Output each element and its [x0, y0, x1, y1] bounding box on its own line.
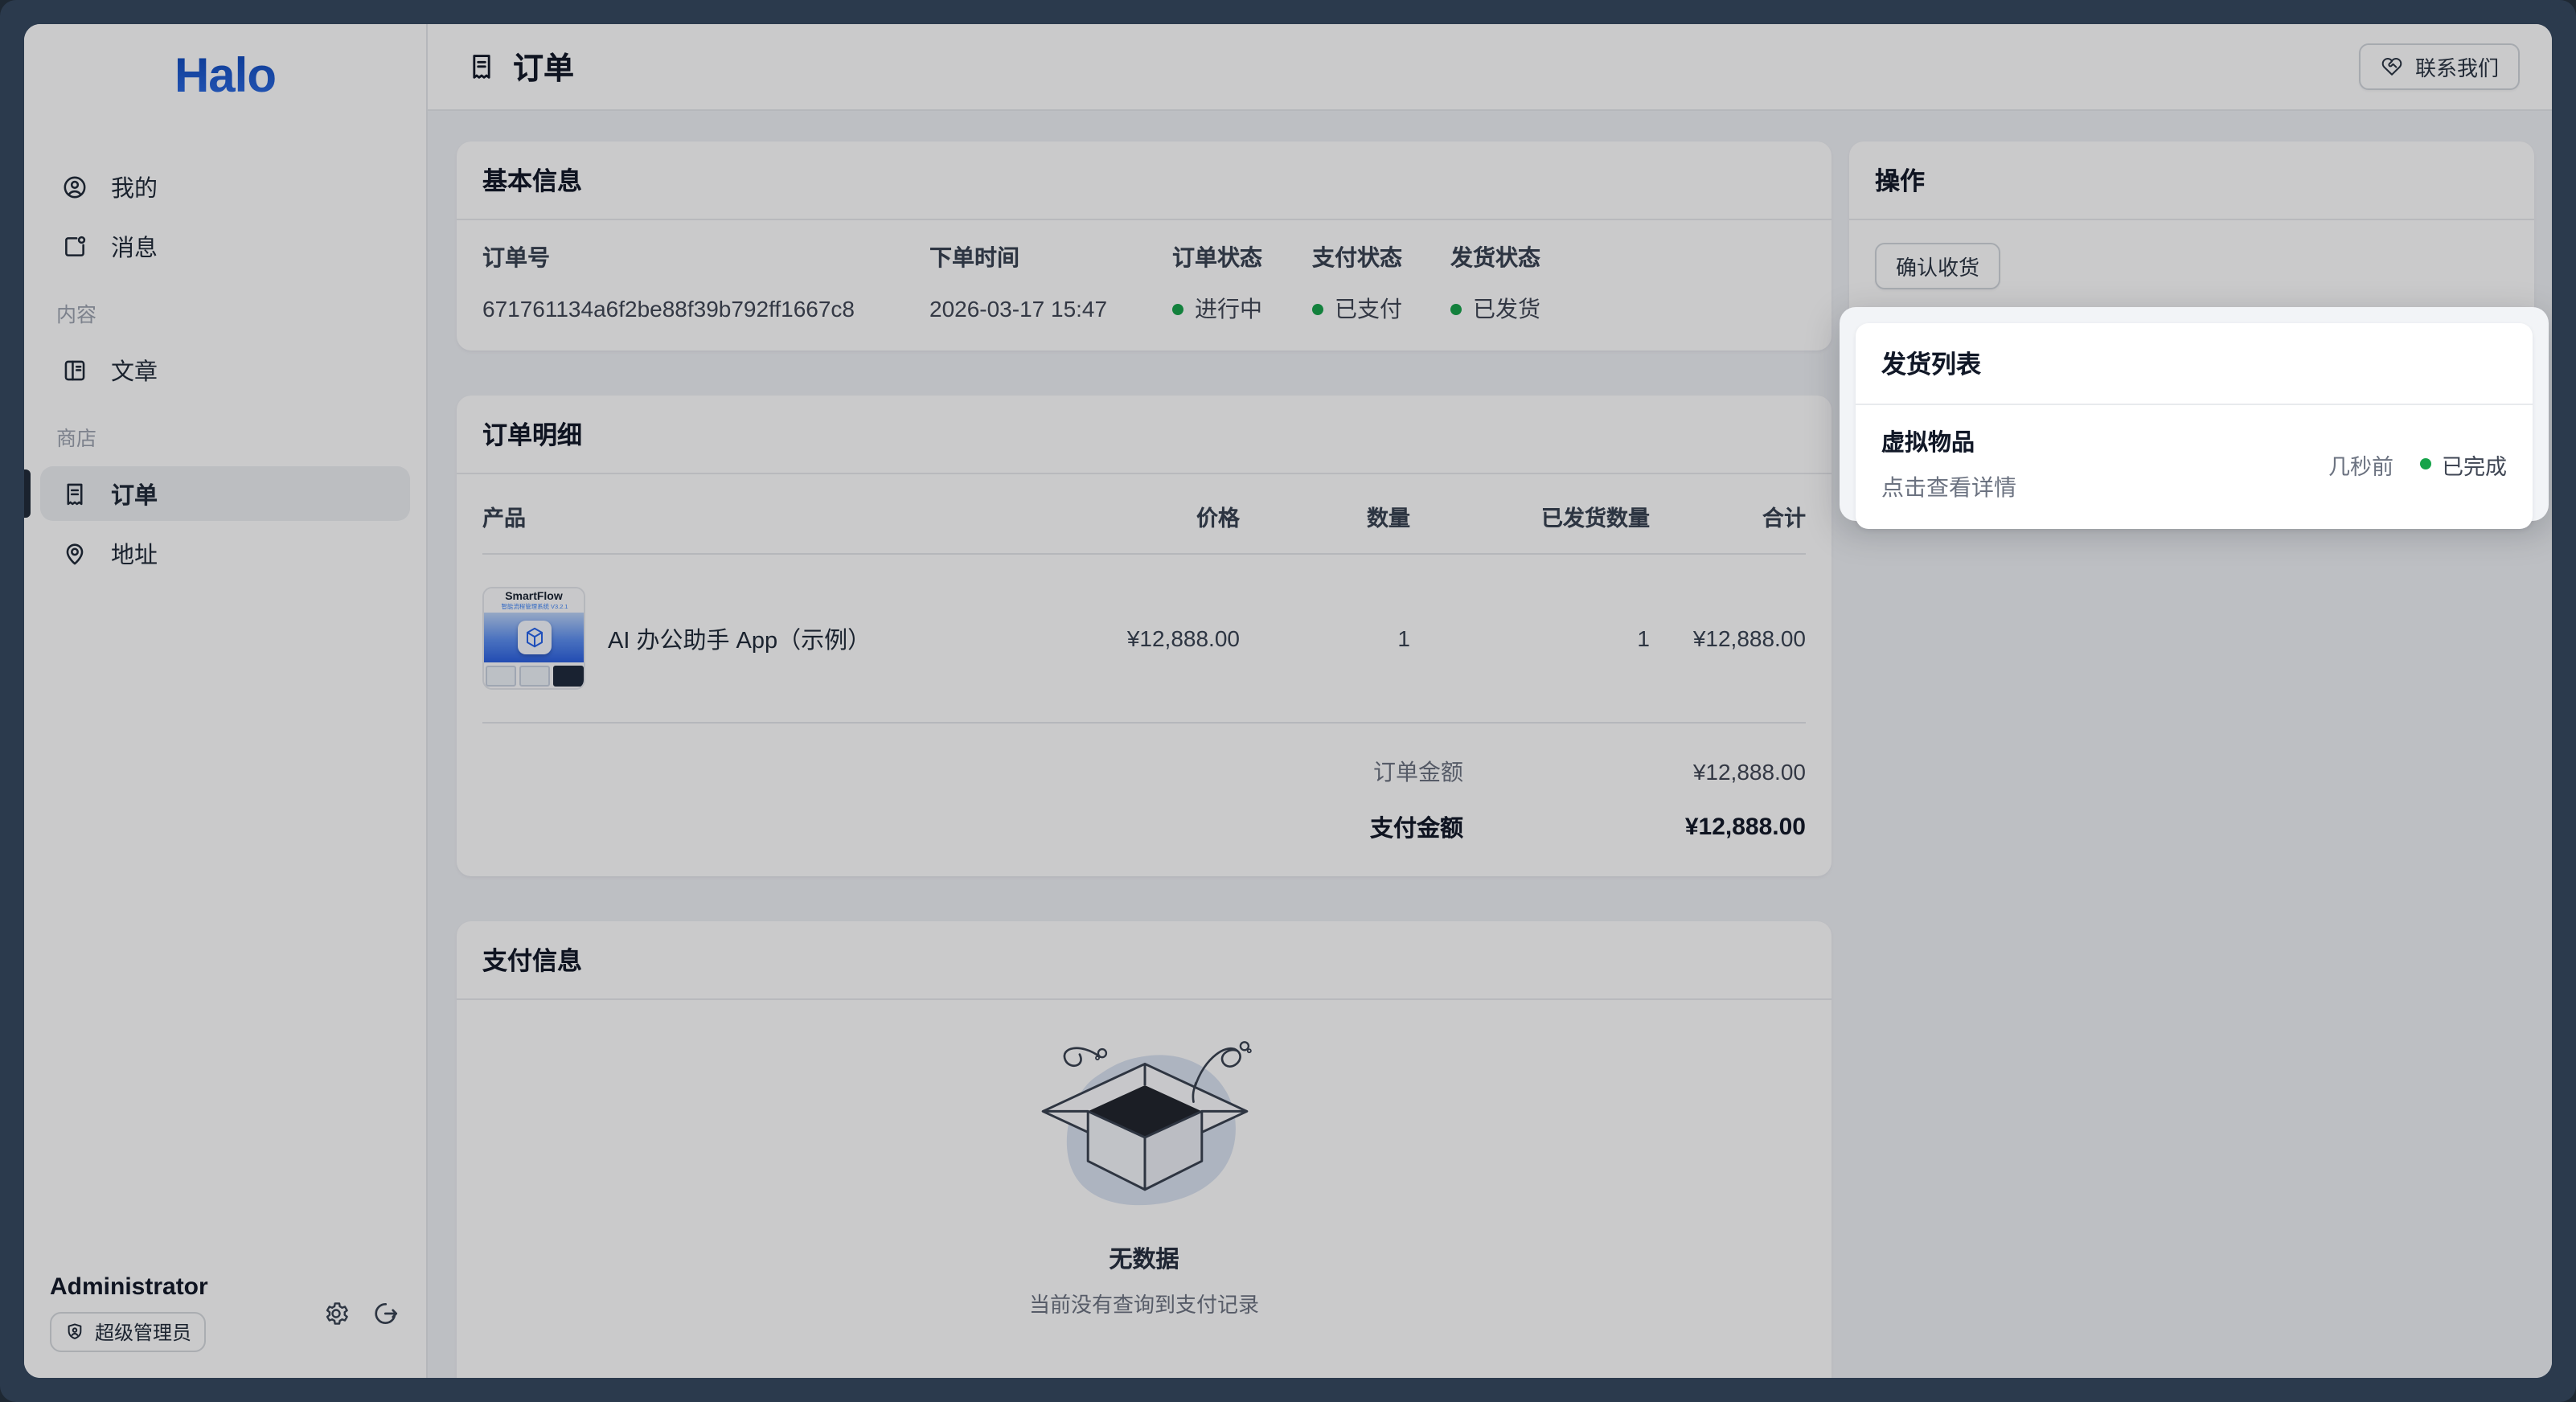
- shipment-item[interactable]: 虚拟物品 点击查看详情 几秒前 已完成: [1856, 405, 2533, 529]
- status-dot: [2419, 458, 2430, 469]
- shipment-list-card: 发货列表 虚拟物品 点击查看详情 几秒前: [1856, 323, 2533, 529]
- tour-spotlight: 发货列表 虚拟物品 点击查看详情 几秒前: [1840, 307, 2549, 521]
- shipment-time: 几秒前: [2328, 448, 2393, 480]
- shipment-item-info: 虚拟物品 点击查看详情: [1881, 424, 2016, 503]
- shipment-meta: 几秒前 已完成: [2328, 448, 2507, 480]
- shipment-name: 虚拟物品: [1881, 424, 2016, 458]
- shipment-hint: 点击查看详情: [1881, 471, 2016, 503]
- app-window: Halo 我的 消息 内容 文章 商店 订单: [24, 24, 2552, 1378]
- window-frame: Halo 我的 消息 内容 文章 商店 订单: [0, 0, 2576, 1402]
- tour-dim-overlay[interactable]: [24, 24, 2552, 1378]
- shipment-list-title: 发货列表: [1856, 323, 2533, 405]
- shipment-status: 已完成: [2419, 448, 2507, 480]
